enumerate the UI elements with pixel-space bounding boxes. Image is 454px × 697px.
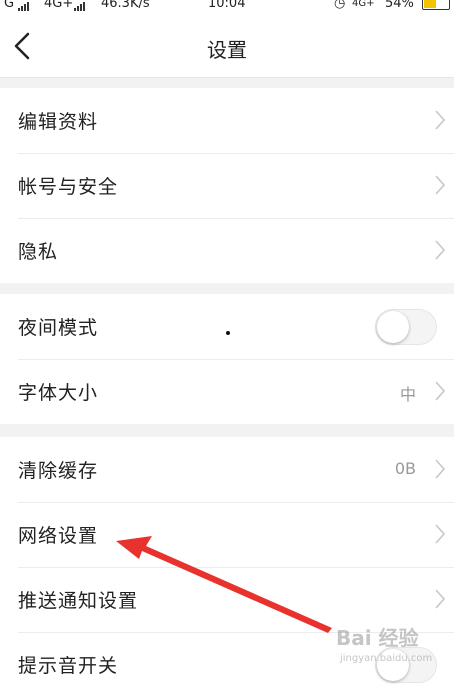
signal-icon <box>18 1 29 11</box>
row-label: 隐私 <box>18 241 59 263</box>
page-title: 设置 <box>207 38 247 62</box>
alarm-icon: ◷ <box>334 0 346 11</box>
font-size-value: 中 <box>399 385 416 404</box>
settings-group-display: 夜间模式 字体大小 中 <box>0 294 454 424</box>
battery-fill <box>424 0 436 8</box>
watermark-brand: Bai 经验 <box>336 626 419 650</box>
row-account-security[interactable]: 帐号与安全 <box>0 153 454 218</box>
network-type-right: 4G+ <box>352 0 375 9</box>
carrier-text: G <box>4 0 15 11</box>
touch-dot <box>226 331 230 335</box>
network-speed: 46.3K/s <box>101 0 150 11</box>
nav-bar: 设置 <box>0 14 454 78</box>
row-label: 提示音开关 <box>18 655 119 677</box>
toggle-knob <box>377 311 409 343</box>
signal-icon-2 <box>74 1 85 11</box>
row-clear-cache[interactable]: 清除缓存 0B <box>0 437 454 502</box>
chevron-right-icon <box>435 240 445 260</box>
chevron-right-icon <box>435 459 445 479</box>
network-type: 4G+ <box>44 0 74 11</box>
row-network-settings[interactable]: 网络设置 <box>0 502 454 567</box>
row-label: 帐号与安全 <box>18 176 119 198</box>
chevron-right-icon <box>435 589 445 609</box>
battery-percent: 54% <box>385 0 414 11</box>
chevron-right-icon <box>435 175 445 195</box>
chevron-right-icon <box>435 110 445 130</box>
row-font-size[interactable]: 字体大小 中 <box>0 359 454 424</box>
row-label: 字体大小 <box>18 382 99 404</box>
cache-size-value: 0B <box>394 459 416 478</box>
row-privacy[interactable]: 隐私 <box>0 218 454 283</box>
clock: 10:04 <box>208 0 246 11</box>
row-label: 网络设置 <box>18 525 99 547</box>
row-label: 编辑资料 <box>18 111 99 133</box>
row-label: 夜间模式 <box>18 317 99 339</box>
watermark-url: jingyan.baidu.com <box>340 653 433 664</box>
row-edit-profile[interactable]: 编辑资料 <box>0 88 454 153</box>
chevron-right-icon <box>435 524 445 544</box>
row-label: 推送通知设置 <box>18 590 139 612</box>
row-night-mode: 夜间模式 <box>0 294 454 359</box>
watermark: Bai 经验 jingyan.baidu.com <box>330 618 454 678</box>
settings-group-account: 编辑资料 帐号与安全 隐私 <box>0 88 454 283</box>
night-mode-toggle[interactable] <box>375 309 437 345</box>
battery-icon <box>422 0 450 10</box>
row-label: 清除缓存 <box>18 460 99 482</box>
status-bar: G 4G+ 46.3K/s 10:04 ◷ 4G+ 54% <box>0 0 454 14</box>
chevron-right-icon <box>435 381 445 401</box>
